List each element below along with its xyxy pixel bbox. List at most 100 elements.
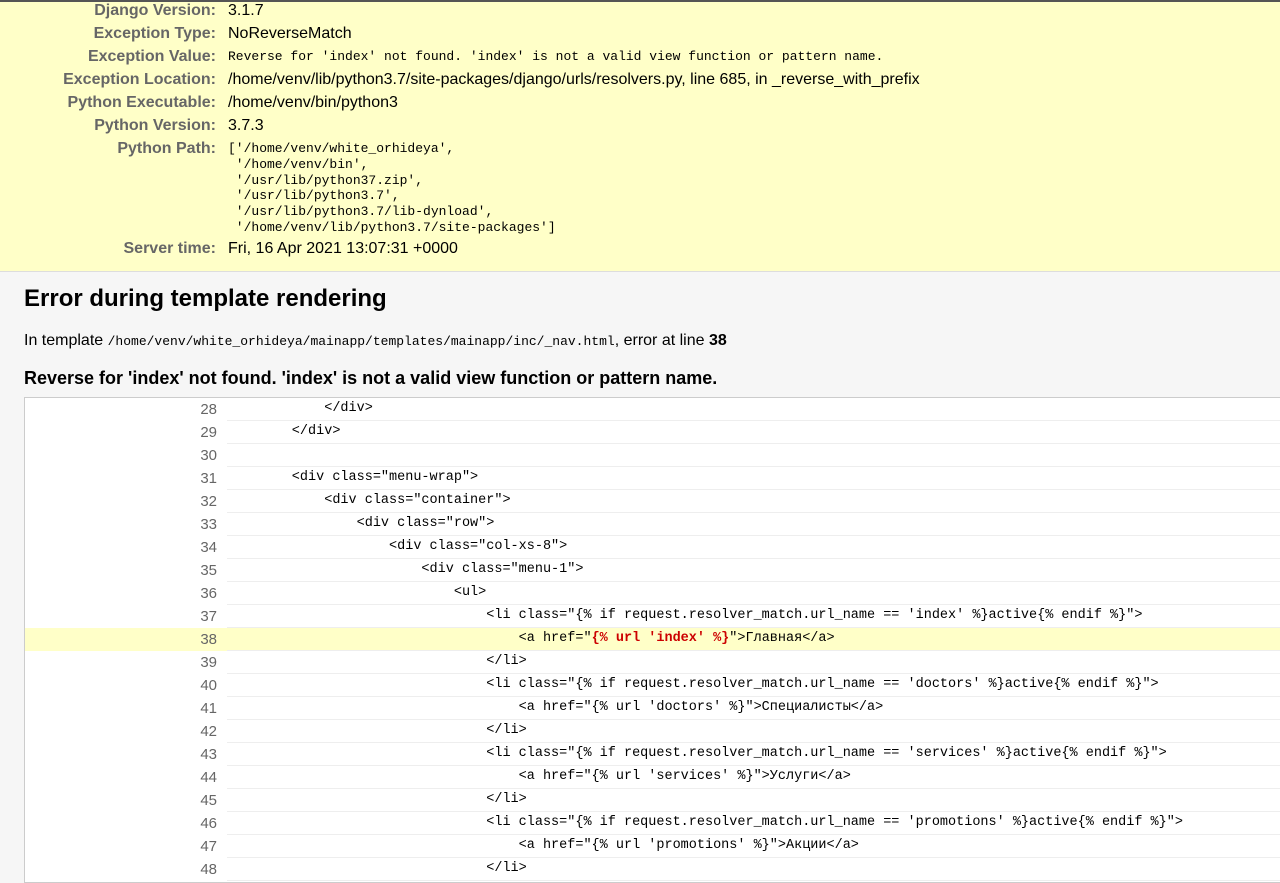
line-number: 32: [200, 493, 217, 510]
error-line-number: 38: [708, 332, 727, 349]
meta-row-python-path: Python Path: ['/home/venv/white_orhideya…: [0, 138, 1280, 238]
meta-value: Fri, 16 Apr 2021 13:07:31 +0000: [228, 240, 458, 257]
meta-value: 3.7.3: [228, 117, 264, 134]
source-line: 34 <div class="col-xs-8">: [25, 536, 1280, 559]
line-code: </div>: [227, 398, 1280, 421]
line-number: 37: [200, 608, 217, 625]
line-number: 31: [200, 470, 217, 487]
meta-key: Exception Location:: [63, 71, 216, 88]
python-path-entry: '/home/venv/lib/python3.7/site-packages'…: [228, 219, 556, 235]
source-line: 42 </li>: [25, 720, 1280, 743]
line-number: 47: [200, 838, 217, 855]
line-code: <ul>: [227, 582, 1280, 605]
info-middle: , error at line: [614, 332, 709, 349]
template-error-message: Reverse for 'index' not found. 'index' i…: [24, 368, 718, 388]
line-code: [227, 444, 1280, 467]
line-code: </li>: [227, 789, 1280, 812]
template-path: /home/venv/white_orhideya/mainapp/templa…: [107, 334, 615, 349]
line-number: 42: [200, 723, 217, 740]
code-before-error: <a href=": [227, 631, 592, 646]
source-line: 43 <li class="{% if request.resolver_mat…: [25, 743, 1280, 766]
python-path-entry: '/usr/lib/python37.zip',: [228, 172, 424, 188]
source-line: 46 <li class="{% if request.resolver_mat…: [25, 812, 1280, 835]
source-line: 39 </li>: [25, 651, 1280, 674]
meta-row-python-executable: Python Executable: /home/venv/bin/python…: [0, 92, 1280, 114]
meta-row-exception-type: Exception Type: NoReverseMatch: [0, 23, 1280, 45]
meta-value: Reverse for 'index' not found. 'index' i…: [228, 49, 884, 64]
source-line: 41 <a href="{% url 'doctors' %}">Специал…: [25, 697, 1280, 720]
exception-summary: Django Version: 3.1.7 Exception Type: No…: [0, 0, 1280, 272]
line-code: <div class="container">: [227, 490, 1280, 513]
python-path-list: ['/home/venv/white_orhideya', '/home/ven…: [228, 141, 556, 236]
line-number: 43: [200, 746, 217, 763]
meta-key: Python Path:: [117, 140, 216, 157]
line-code: <div class="row">: [227, 513, 1280, 536]
meta-key: Exception Value:: [87, 48, 216, 65]
source-line: 37 <li class="{% if request.resolver_mat…: [25, 605, 1280, 628]
source-line: 36 <ul>: [25, 582, 1280, 605]
source-line: 31 <div class="menu-wrap">: [25, 467, 1280, 490]
meta-value: /home/venv/lib/python3.7/site-packages/d…: [228, 71, 920, 88]
meta-row-exception-value: Exception Value: Reverse for 'index' not…: [0, 46, 1280, 68]
meta-value: NoReverseMatch: [228, 25, 352, 42]
source-line-error: 38 <a href="{% url 'index' %}">Главная</…: [25, 628, 1280, 651]
line-code: <div class="menu-wrap">: [227, 467, 1280, 490]
line-number: 34: [200, 539, 217, 556]
meta-value: 3.1.7: [228, 2, 264, 19]
line-code: <div class="menu-1">: [227, 559, 1280, 582]
line-code: <div class="col-xs-8">: [227, 536, 1280, 559]
meta-value: /home/venv/bin/python3: [228, 94, 398, 111]
source-line: 32 <div class="container">: [25, 490, 1280, 513]
line-code: <a href="{% url 'index' %}">Главная</a>: [227, 628, 1280, 651]
source-context-table: 28 </div> 29 </div> 30 31 <div class="me…: [24, 397, 1280, 883]
meta-row-exception-location: Exception Location: /home/venv/lib/pytho…: [0, 69, 1280, 91]
line-code: <li class="{% if request.resolver_match.…: [227, 812, 1280, 835]
line-code: </div>: [227, 421, 1280, 444]
meta-key: Server time:: [123, 240, 217, 257]
source-line: 47 <a href="{% url 'promotions' %}">Акци…: [25, 835, 1280, 858]
line-code: <a href="{% url 'promotions' %}">Акции</…: [227, 835, 1280, 858]
source-line: 35 <div class="menu-1">: [25, 559, 1280, 582]
meta-row-django-version: Django Version: 3.1.7: [0, 0, 1280, 22]
line-code: </li>: [227, 858, 1280, 881]
info-prefix: In template: [24, 332, 108, 349]
source-line: 29 </div>: [25, 421, 1280, 444]
line-number: 30: [200, 447, 217, 464]
error-token: {% url 'index' %}: [591, 631, 730, 646]
code-after-error: ">Главная</a>: [729, 631, 835, 646]
line-code: <a href="{% url 'doctors' %}">Специалист…: [227, 697, 1280, 720]
meta-key: Python Version:: [94, 117, 216, 134]
line-number: 35: [200, 562, 217, 579]
source-line: 45 </li>: [25, 789, 1280, 812]
line-number: 44: [200, 769, 217, 786]
line-code: <a href="{% url 'services' %}">Услуги</a…: [227, 766, 1280, 789]
line-code: </li>: [227, 651, 1280, 674]
meta-row-python-version: Python Version: 3.7.3: [0, 115, 1280, 137]
python-path-entry: '/home/venv/bin',: [228, 156, 369, 172]
line-number: 38: [200, 631, 217, 648]
meta-key: Django Version:: [94, 2, 216, 19]
meta-key: Exception Type:: [93, 25, 216, 42]
line-number: 39: [200, 654, 217, 671]
line-code: <li class="{% if request.resolver_match.…: [227, 743, 1280, 766]
line-code: </li>: [227, 720, 1280, 743]
line-number: 45: [200, 792, 217, 809]
line-number: 28: [200, 401, 217, 418]
python-path-entry: '/usr/lib/python3.7',: [228, 188, 400, 204]
source-line: 33 <div class="row">: [25, 513, 1280, 536]
line-number: 48: [200, 861, 217, 878]
source-line: 28 </div>: [25, 398, 1280, 421]
line-number: 33: [200, 516, 217, 533]
source-line: 44 <a href="{% url 'services' %}">Услуги…: [25, 766, 1280, 789]
line-number: 41: [200, 700, 217, 717]
line-number: 40: [200, 677, 217, 694]
line-number: 29: [200, 424, 217, 441]
source-line: 40 <li class="{% if request.resolver_mat…: [25, 674, 1280, 697]
python-path-entry: ['/home/venv/white_orhideya',: [228, 141, 455, 156]
meta-key: Python Executable:: [67, 94, 216, 111]
python-path-entry: '/usr/lib/python3.7/lib-dynload',: [228, 204, 494, 220]
source-line: 48 </li>: [25, 858, 1280, 881]
template-error-heading: Error during template rendering: [24, 285, 387, 312]
source-line: 30: [25, 444, 1280, 467]
meta-row-server-time: Server time: Fri, 16 Apr 2021 13:07:31 +…: [0, 238, 1280, 260]
